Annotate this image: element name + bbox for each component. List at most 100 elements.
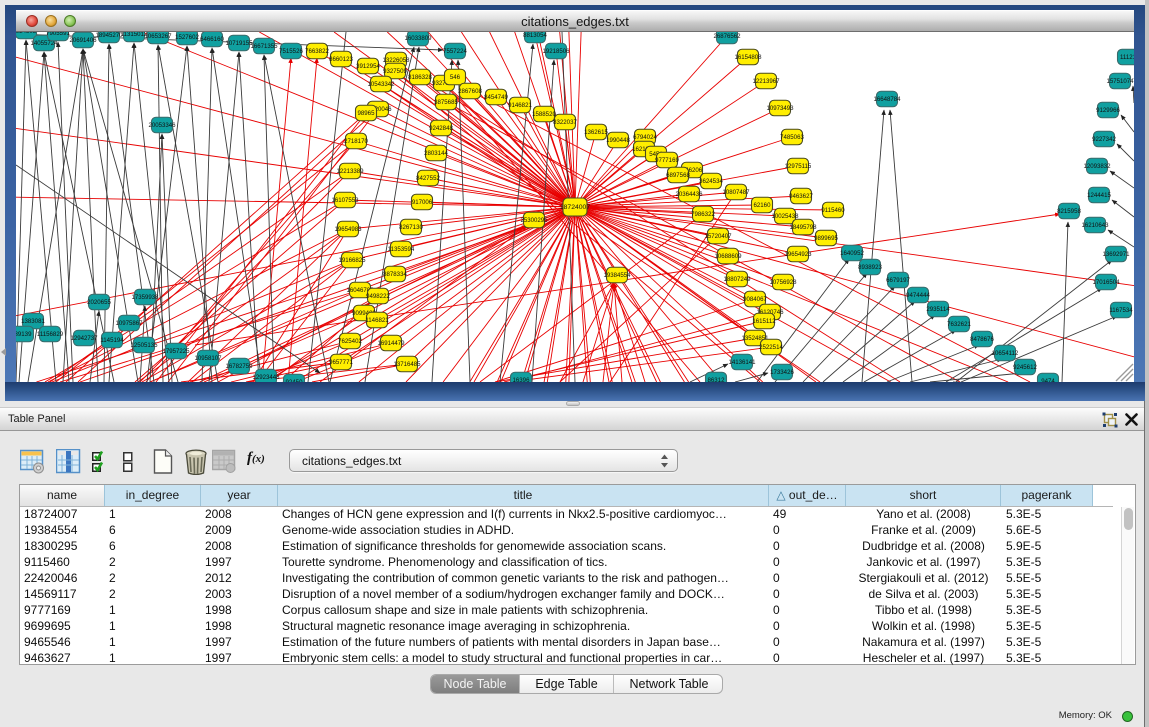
svg-text:10973493: 10973493 bbox=[766, 105, 794, 112]
svg-text:16210643: 16210643 bbox=[1081, 222, 1109, 229]
svg-text:17957225: 17957225 bbox=[162, 348, 190, 355]
svg-text:7905591: 7905591 bbox=[46, 32, 70, 37]
svg-text:16671355: 16671355 bbox=[250, 43, 278, 50]
svg-text:16782759: 16782759 bbox=[225, 363, 253, 370]
svg-text:7557224: 7557224 bbox=[443, 48, 467, 55]
svg-text:16914479: 16914479 bbox=[377, 340, 405, 347]
svg-text:1990448: 1990448 bbox=[606, 137, 630, 144]
svg-text:7515526: 7515526 bbox=[279, 48, 303, 55]
svg-text:19218506: 19218506 bbox=[542, 48, 570, 55]
svg-text:1733426: 1733426 bbox=[770, 369, 794, 376]
svg-text:1640952: 1640952 bbox=[840, 250, 864, 257]
svg-text:12975115: 12975115 bbox=[785, 163, 812, 170]
svg-text:1588520: 1588520 bbox=[532, 111, 556, 118]
svg-text:25300295: 25300295 bbox=[520, 217, 548, 224]
svg-text:2867608: 2867608 bbox=[458, 88, 482, 95]
svg-text:10653267: 10653267 bbox=[144, 33, 172, 40]
svg-text:8322037: 8322037 bbox=[553, 119, 577, 126]
svg-text:8813054: 8813054 bbox=[523, 32, 547, 39]
svg-text:2522514: 2522514 bbox=[759, 344, 783, 351]
svg-text:16107553: 16107553 bbox=[331, 197, 359, 204]
svg-text:11156829: 11156829 bbox=[37, 331, 64, 338]
svg-text:19166825: 19166825 bbox=[338, 257, 366, 264]
svg-text:20691406: 20691406 bbox=[69, 37, 97, 44]
svg-text:98965: 98965 bbox=[358, 110, 376, 117]
svg-text:11121: 11121 bbox=[1120, 54, 1134, 61]
svg-text:19384554: 19384554 bbox=[603, 272, 631, 279]
svg-text:14136141: 14136141 bbox=[728, 359, 756, 366]
svg-text:16396: 16396 bbox=[513, 377, 531, 382]
svg-text:10756928: 10756928 bbox=[769, 279, 797, 286]
svg-text:12213389: 12213389 bbox=[336, 168, 364, 175]
svg-text:2020655: 2020655 bbox=[87, 299, 111, 306]
svg-text:8878334: 8878334 bbox=[383, 271, 407, 278]
svg-text:6679197: 6679197 bbox=[886, 277, 910, 284]
svg-text:2935114: 2935114 bbox=[926, 306, 950, 313]
svg-text:3624534: 3624534 bbox=[699, 178, 723, 185]
svg-text:39139: 39139 bbox=[16, 331, 32, 338]
svg-text:8938923: 8938923 bbox=[858, 264, 882, 271]
svg-text:20053346: 20053346 bbox=[148, 122, 176, 129]
svg-text:7986322: 7986322 bbox=[691, 211, 715, 218]
svg-text:13716485: 13716485 bbox=[393, 361, 421, 368]
svg-text:924503: 924503 bbox=[16, 32, 37, 35]
svg-text:8478676: 8478676 bbox=[970, 336, 994, 343]
svg-text:15751074: 15751074 bbox=[1106, 78, 1134, 85]
svg-text:1167534: 1167534 bbox=[1109, 307, 1133, 314]
svg-text:12942737: 12942737 bbox=[70, 335, 98, 342]
svg-text:11353594: 11353594 bbox=[388, 246, 415, 253]
svg-text:9474: 9474 bbox=[1041, 378, 1055, 382]
svg-text:9327509: 9327509 bbox=[383, 68, 407, 75]
svg-text:9129966: 9129966 bbox=[1096, 107, 1120, 114]
svg-text:10807487: 10807487 bbox=[722, 189, 750, 196]
svg-text:2803144: 2803144 bbox=[424, 150, 448, 157]
svg-text:92450: 92450 bbox=[286, 379, 304, 382]
svg-text:7485063: 7485063 bbox=[780, 134, 804, 141]
svg-text:8215958: 8215958 bbox=[1057, 208, 1081, 215]
svg-text:9245612: 9245612 bbox=[1013, 364, 1037, 371]
svg-text:9899695: 9899695 bbox=[814, 235, 838, 242]
svg-text:16033809: 16033809 bbox=[404, 35, 432, 42]
svg-text:6794024: 6794024 bbox=[633, 134, 657, 141]
svg-text:17016504: 17016504 bbox=[1092, 279, 1120, 286]
svg-text:12923448: 12923448 bbox=[252, 374, 280, 381]
svg-text:9115460: 9115460 bbox=[821, 207, 845, 214]
svg-text:10688609: 10688609 bbox=[714, 253, 742, 260]
svg-text:18945270: 18945270 bbox=[95, 32, 123, 39]
svg-text:16648784: 16648784 bbox=[873, 96, 901, 103]
svg-text:917006: 917006 bbox=[412, 199, 433, 206]
svg-text:6466160: 6466160 bbox=[200, 36, 224, 43]
svg-text:9657771: 9657771 bbox=[329, 359, 353, 366]
svg-text:86312: 86312 bbox=[708, 377, 726, 382]
svg-text:8267130: 8267130 bbox=[399, 224, 423, 231]
svg-text:1146821: 1146821 bbox=[365, 317, 389, 324]
svg-text:1362615: 1362615 bbox=[584, 129, 608, 136]
svg-text:19654923: 19654923 bbox=[784, 251, 812, 258]
svg-text:1615112: 1615112 bbox=[752, 318, 776, 325]
svg-text:13692971: 13692971 bbox=[1102, 251, 1130, 258]
svg-text:7663822: 7663822 bbox=[305, 48, 329, 55]
svg-text:10975867: 10975867 bbox=[115, 320, 143, 327]
svg-text:17359938: 17359938 bbox=[131, 294, 159, 301]
svg-text:2718170: 2718170 bbox=[344, 138, 368, 145]
svg-text:16154808: 16154808 bbox=[734, 54, 762, 61]
svg-text:7625402: 7625402 bbox=[338, 338, 362, 345]
svg-text:10719155: 10719155 bbox=[225, 40, 253, 47]
svg-text:546: 546 bbox=[450, 74, 461, 81]
svg-text:12093832: 12093832 bbox=[1083, 163, 1111, 170]
svg-text:18724007: 18724007 bbox=[560, 204, 590, 211]
svg-text:8660123: 8660123 bbox=[329, 56, 353, 63]
svg-text:12213967: 12213967 bbox=[752, 78, 780, 85]
svg-text:18807249: 18807249 bbox=[723, 276, 751, 283]
svg-text:1145194: 1145194 bbox=[100, 337, 124, 344]
svg-text:1383081: 1383081 bbox=[21, 318, 45, 325]
svg-text:3912954: 3912954 bbox=[356, 63, 380, 70]
svg-text:6897568: 6897568 bbox=[666, 172, 690, 179]
svg-text:10543342: 10543342 bbox=[367, 81, 395, 88]
svg-text:1527602: 1527602 bbox=[175, 34, 199, 41]
svg-text:15720407: 15720407 bbox=[704, 233, 732, 240]
svg-text:8454749: 8454749 bbox=[484, 94, 508, 101]
svg-text:3875685: 3875685 bbox=[434, 99, 458, 106]
svg-text:10958107: 10958107 bbox=[194, 355, 222, 362]
svg-text:26876562: 26876562 bbox=[713, 33, 741, 40]
